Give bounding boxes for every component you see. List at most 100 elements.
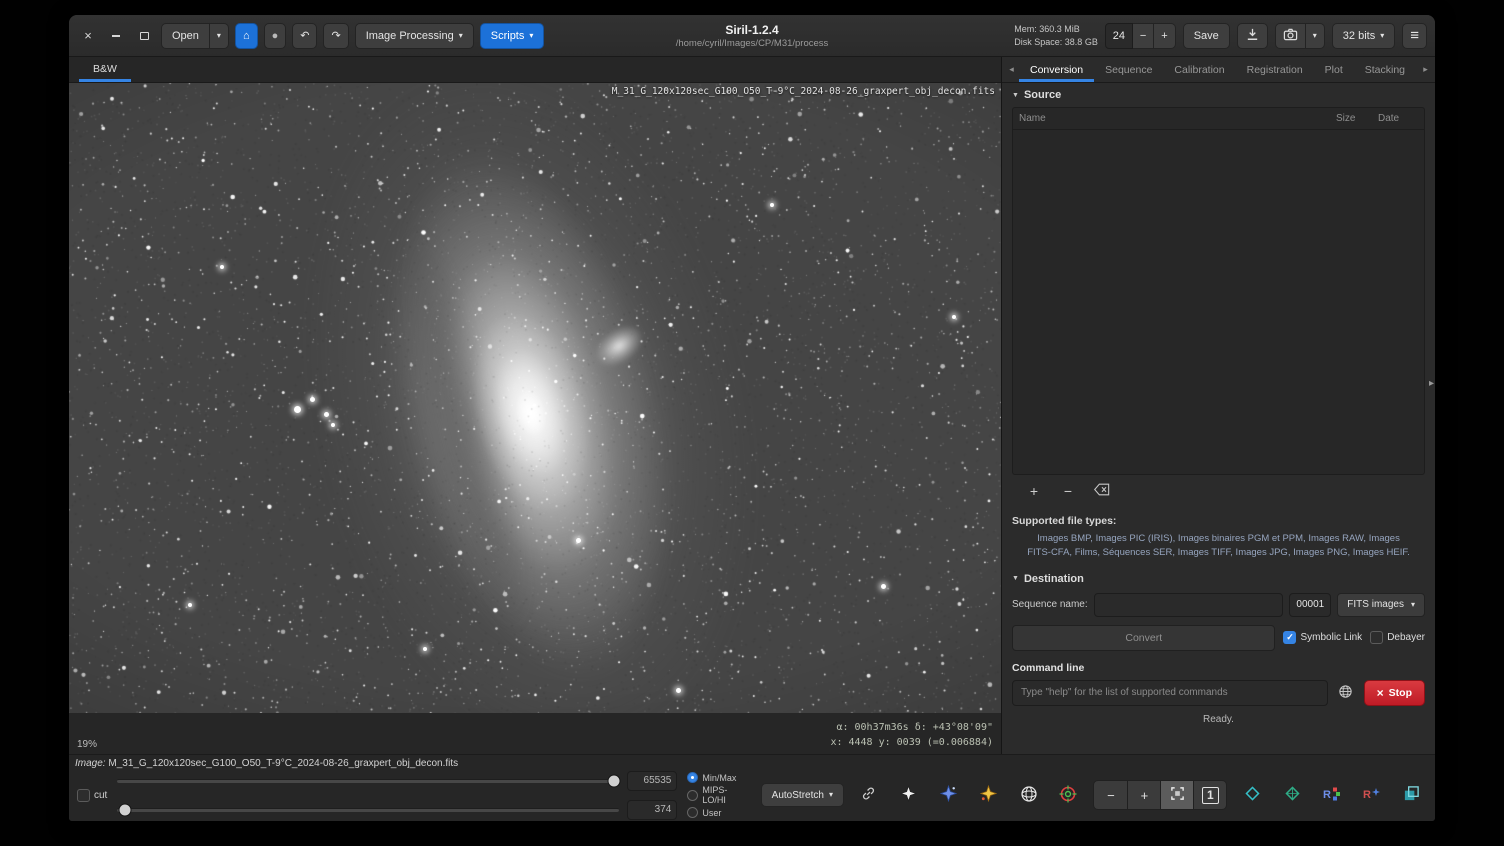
undo-button[interactable]: ↶ [292,23,317,49]
open-button[interactable]: Open [161,23,210,49]
record-icon: ● [272,30,279,42]
destination-section-header[interactable]: ▼ Destination [1012,573,1425,585]
bit-depth-dropdown[interactable]: 32 bits ▾ [1332,23,1395,49]
command-input[interactable] [1012,680,1328,706]
tabs-scroll-right-button[interactable]: ▸ [1418,57,1433,82]
star-mask-button[interactable] [894,780,924,810]
star-annotate-button[interactable] [934,780,964,810]
open-split-button: Open ▾ [161,23,229,49]
tab-calibration[interactable]: Calibration [1163,57,1235,82]
symbolic-link-checkbox[interactable]: ✓ Symbolic Link [1283,631,1362,644]
sequence-name-input[interactable] [1094,593,1284,617]
celestial-coordinates: α: 00h37m36s δ: +43°08'09" x: 4448 y: 00… [830,721,993,750]
lo-value-input[interactable] [627,800,677,820]
sequence-name-row: Sequence name: FITS images ▾ [1012,593,1425,617]
record-button[interactable]: ● [264,23,287,49]
close-button[interactable]: × [77,25,99,47]
snapshot-button[interactable] [1275,23,1306,49]
tab-sequence[interactable]: Sequence [1094,57,1163,82]
working-directory: /home/cyril/Images/CP/M31/process [676,38,829,49]
supported-types-title: Supported file types: [1012,515,1425,527]
scripts-label: Scripts [491,30,525,42]
chevron-down-icon: ▾ [529,32,533,40]
background-samples-button[interactable] [1237,780,1267,810]
spin-value-input[interactable] [1105,23,1133,49]
debayer-checkbox[interactable]: Debayer [1370,631,1425,644]
hamburger-menu-button[interactable]: ≡ [1402,23,1427,49]
siril-window: × Open ▾ ⌂ ● ↶ ↷ Image Processing ▾ Scri… [68,14,1436,822]
convert-row: Convert ✓ Symbolic Link Debayer [1012,625,1425,651]
zoom-one-button[interactable]: 1 [1193,781,1226,809]
image-tabstrip: B&W [69,57,1001,83]
zoom-spinbox: − + [1105,23,1176,49]
remove-files-button[interactable]: − [1054,479,1082,503]
column-name[interactable]: Name [1013,113,1336,124]
celestial-grid-button[interactable] [1014,780,1044,810]
hi-slider[interactable] [117,779,619,783]
rgb-align-button[interactable]: R [1357,780,1387,810]
star-detection-button[interactable] [974,780,1004,810]
lo-slider[interactable] [117,808,619,812]
scripts-menu-button[interactable]: Scripts ▾ [480,23,545,49]
zoom-out-icon: − [1107,788,1115,803]
chevron-down-icon: ▾ [1313,32,1317,40]
add-files-button[interactable]: + [1020,479,1048,503]
main-content: B&W [69,57,1435,754]
image-canvas[interactable]: M_31_G_120x120sec_G100_O50_T-9°C_2024-08… [69,83,1001,713]
save-as-button[interactable] [1237,23,1268,49]
pixel-math-button[interactable] [1397,780,1427,810]
titlebar[interactable]: × Open ▾ ⌂ ● ↶ ↷ Image Processing ▾ Scri… [69,15,1435,57]
redo-button[interactable]: ↷ [323,23,348,49]
radio-user[interactable]: User [687,807,750,818]
output-format-dropdown[interactable]: FITS images ▾ [1337,593,1425,617]
zoom-fit-icon [1170,786,1185,804]
radio-mips[interactable]: MIPS-LO/HI [687,785,750,805]
tabs-scroll-left-button[interactable]: ◂ [1004,57,1019,82]
source-section-header[interactable]: ▼ Source [1012,89,1425,101]
hi-slider-handle[interactable] [608,775,621,788]
convert-button[interactable]: Convert [1012,625,1275,651]
open-recent-button[interactable]: ▾ [210,23,229,49]
spin-decrement-button[interactable]: − [1133,23,1154,49]
column-date[interactable]: Date [1378,113,1424,124]
photometry-button[interactable] [1053,780,1083,810]
resource-info: Mem: 360.3 MiB Disk Space: 38.8 GB [1014,23,1098,47]
minimize-button[interactable] [105,25,127,47]
start-index-input[interactable] [1289,593,1331,617]
source-file-list[interactable]: Name Size Date [1012,107,1425,475]
command-help-button[interactable] [1334,681,1358,705]
tab-bw[interactable]: B&W [79,59,131,82]
background-extraction-button[interactable] [1277,780,1307,810]
hi-value-input[interactable] [627,771,677,791]
tab-registration[interactable]: Registration [1236,57,1314,82]
image-processing-menu-button[interactable]: Image Processing ▾ [355,23,474,49]
column-size[interactable]: Size [1336,113,1378,124]
tab-stacking[interactable]: Stacking [1354,57,1416,82]
stretch-mode-label: AutoStretch [772,790,824,801]
zoom-fit-button[interactable] [1160,781,1193,809]
lo-slider-handle[interactable] [118,804,131,817]
command-line-row: × Stop [1012,680,1425,706]
chevron-down-icon: ▾ [459,32,463,40]
file-list-body[interactable] [1013,130,1424,474]
cyan-diamond-icon [1244,785,1261,805]
panel-collapse-handle[interactable]: ▸ [1429,378,1434,389]
save-button[interactable]: Save [1183,23,1230,49]
cut-checkbox[interactable]: cut [77,789,107,802]
link-channels-button[interactable] [854,780,884,810]
tab-plot[interactable]: Plot [1314,57,1354,82]
zoom-out-button[interactable]: − [1094,781,1127,809]
home-button[interactable]: ⌂ [235,23,258,49]
snapshot-options-button[interactable]: ▾ [1306,23,1325,49]
spin-increment-button[interactable]: + [1154,23,1175,49]
zoom-in-button[interactable]: + [1127,781,1160,809]
svg-text:R: R [1323,789,1331,801]
radio-dot [687,807,698,818]
tab-conversion[interactable]: Conversion [1019,57,1094,82]
radio-minmax[interactable]: Min/Max [687,772,750,783]
stretch-mode-dropdown[interactable]: AutoStretch ▾ [761,783,844,807]
maximize-button[interactable] [133,25,155,47]
stop-button[interactable]: × Stop [1364,680,1425,706]
rgb-composition-button[interactable]: R [1317,780,1347,810]
clear-list-button[interactable] [1088,479,1116,503]
